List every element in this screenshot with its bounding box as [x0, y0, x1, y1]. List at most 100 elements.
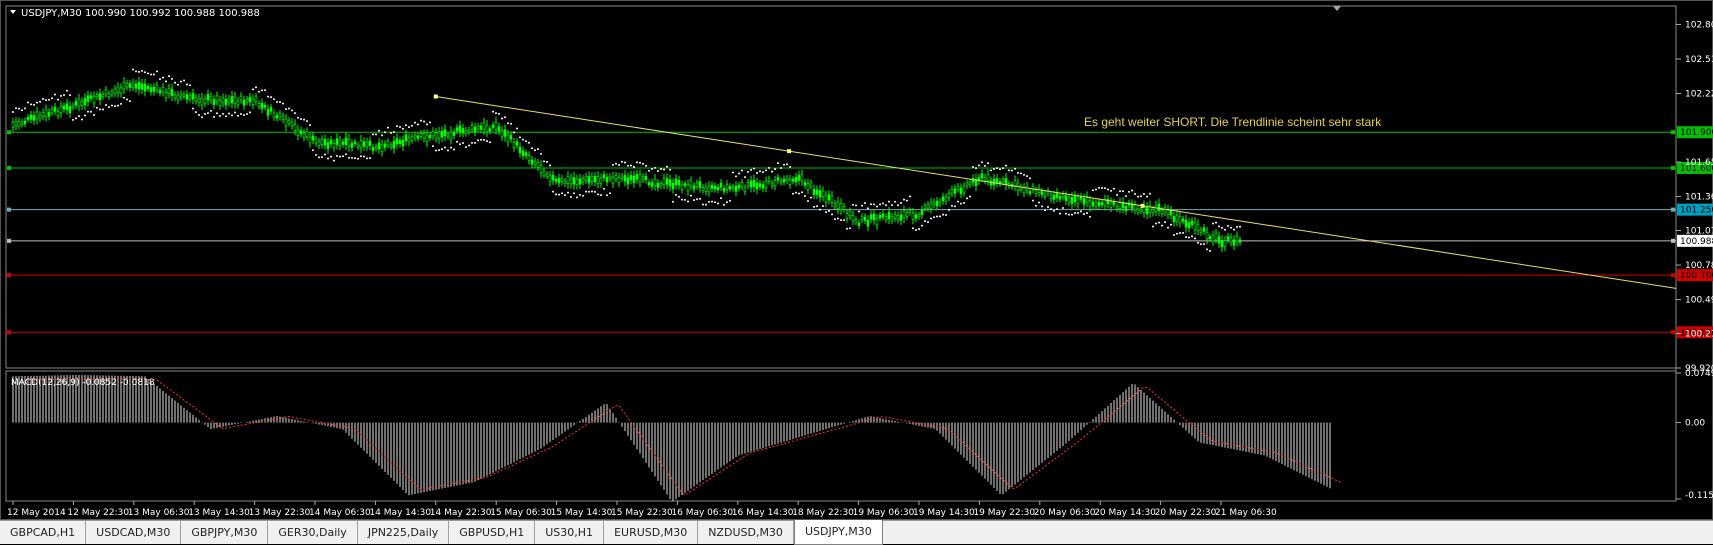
candle-body: [317, 141, 321, 146]
sar-dot: [447, 149, 449, 152]
candle-body: [326, 142, 330, 149]
sar-dot: [1146, 195, 1148, 198]
candle-body: [1028, 191, 1032, 194]
candle-body: [263, 104, 267, 108]
sar-dot: [960, 202, 962, 205]
tab-eurusd[interactable]: EURUSD,M30: [604, 521, 699, 544]
tab-gbpcad[interactable]: GBPCAD,H1: [0, 521, 87, 544]
sar-dot: [666, 165, 668, 168]
sar-dot: [1218, 225, 1220, 228]
sar-dot: [45, 99, 47, 102]
candle-body: [539, 165, 543, 173]
candle-body: [866, 219, 870, 227]
sar-dot: [1089, 215, 1091, 218]
sar-dot: [240, 112, 242, 115]
sar-dot: [1092, 189, 1094, 192]
sar-dot: [663, 168, 665, 171]
sar-dot: [102, 108, 104, 111]
candle-body: [1151, 208, 1155, 214]
candle-body: [347, 139, 351, 147]
candle-body: [371, 146, 375, 152]
candle-body: [644, 175, 648, 181]
sar-dot: [789, 165, 791, 168]
sar-dot: [948, 208, 950, 211]
candle-body: [1058, 196, 1062, 200]
candle-body: [407, 137, 411, 143]
sar-dot: [822, 205, 824, 208]
sar-dot: [333, 159, 335, 162]
sar-dot: [453, 148, 455, 151]
candle-body: [233, 96, 237, 104]
level-price-label: 100.988: [1680, 237, 1713, 247]
price-tick-label: 101.075: [1685, 226, 1713, 236]
candle-body: [1199, 229, 1203, 233]
tab-nzdusd[interactable]: NZDUSD,M30: [698, 521, 794, 544]
sar-dot: [51, 97, 53, 100]
sar-dot: [687, 200, 689, 203]
sar-dot: [315, 154, 317, 157]
sar-dot: [123, 96, 125, 99]
candle-body: [1040, 191, 1044, 195]
sar-dot: [840, 219, 842, 222]
price-chart[interactable]: 101.900101.600101.250100.988100.700100.2…: [1, 1, 1713, 521]
candle-body: [401, 139, 405, 147]
tab-jpn225[interactable]: JPN225,Daily: [358, 521, 450, 544]
candle-body: [488, 128, 492, 132]
sar-dot: [465, 146, 467, 149]
candle-body: [92, 96, 96, 104]
candle-body: [329, 139, 333, 145]
candle-body: [1052, 194, 1056, 200]
candle-body: [125, 83, 129, 88]
sar-dot: [249, 111, 251, 114]
time-tick-label: 13 May 06:30: [128, 508, 190, 518]
sar-dot: [684, 198, 686, 201]
tab-usdjpy[interactable]: USDJPY,M30: [793, 520, 883, 545]
chart-window[interactable]: 101.900101.600101.250100.988100.700100.2…: [0, 0, 1713, 520]
sar-dot: [486, 140, 488, 143]
candle-body: [236, 100, 240, 106]
scroll-marker-icon[interactable]: [1333, 6, 1341, 11]
sar-dot: [846, 227, 848, 230]
candle-body: [287, 120, 291, 124]
tab-gbpjpy[interactable]: GBPJPY,M30: [181, 521, 269, 544]
candle-body: [218, 99, 222, 106]
candle-body: [122, 82, 126, 90]
candle-body: [755, 182, 759, 190]
tab-ger30[interactable]: GER30,Daily: [268, 521, 358, 544]
sar-dot: [987, 162, 989, 165]
candle-body: [449, 131, 453, 140]
sar-dot: [270, 96, 272, 99]
candle-body: [440, 131, 444, 138]
sar-dot: [1068, 213, 1070, 216]
tab-gbpusd[interactable]: GBPUSD,H1: [449, 521, 536, 544]
candle-body: [86, 95, 90, 102]
sar-dot: [1020, 172, 1022, 175]
candle-body: [629, 174, 633, 181]
sar-dot: [66, 89, 68, 92]
sar-dot: [735, 175, 737, 178]
sar-dot: [1005, 164, 1007, 167]
sar-dot: [639, 161, 641, 164]
sar-dot: [132, 68, 134, 71]
candle-body: [692, 185, 696, 190]
sar-dot: [1149, 192, 1151, 195]
sar-dot: [360, 155, 362, 158]
candle-body: [269, 107, 273, 112]
candle-body: [788, 178, 792, 185]
tab-usdcad[interactable]: USDCAD,M30: [86, 521, 182, 544]
candle-body: [860, 216, 864, 221]
sar-dot: [732, 171, 734, 174]
candle-body: [557, 177, 561, 184]
candle-body: [203, 98, 207, 104]
tab-us30[interactable]: US30,H1: [535, 521, 605, 544]
candle-body: [863, 216, 867, 221]
candle-body: [1043, 193, 1047, 197]
chart-menu-icon[interactable]: [10, 10, 16, 14]
candle-body: [386, 141, 390, 146]
sar-dot: [477, 139, 479, 142]
candle-body: [815, 189, 819, 195]
sar-dot: [180, 80, 182, 83]
candle-body: [239, 95, 243, 101]
candle-body: [212, 99, 216, 106]
sar-dot: [795, 191, 797, 194]
